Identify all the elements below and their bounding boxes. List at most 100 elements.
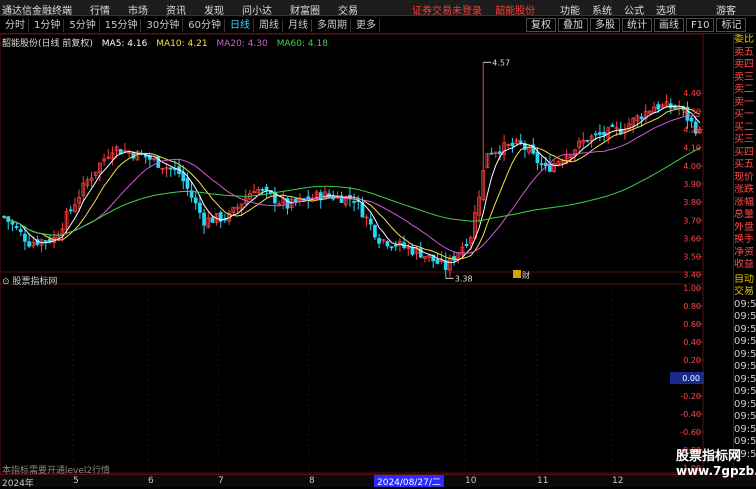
- statistics-button[interactable]: 统计: [622, 18, 652, 32]
- tab-60min[interactable]: 60分钟: [185, 19, 225, 32]
- tab-30min[interactable]: 30分钟: [143, 19, 184, 32]
- tick-time: 09:55: [734, 311, 756, 322]
- indicator-frame: [0, 271, 704, 474]
- mark-button[interactable]: 标记: [716, 18, 747, 32]
- candle-body: [602, 131, 606, 136]
- finance-badge-label: 财: [522, 270, 530, 280]
- candle-body: [518, 140, 523, 143]
- tab-monthly[interactable]: 月线: [285, 19, 312, 32]
- candle-body: [27, 241, 31, 247]
- quote-item: 换手: [734, 234, 754, 245]
- menu-formula[interactable]: 公式: [624, 2, 644, 17]
- ma60-line: [3, 147, 701, 236]
- quote-item: 收益: [734, 259, 754, 270]
- period-tabs: 分时 1分钟 5分钟 15分钟 30分钟 60分钟 日线 周线 月线 多周期 更…: [2, 19, 380, 32]
- ind-tick-label: 0.80: [683, 302, 701, 311]
- tab-daily[interactable]: 日线: [227, 19, 254, 32]
- tick-time: 09:55: [734, 348, 756, 360]
- quote-item: 净资: [734, 246, 754, 258]
- tick-time: 09:55: [734, 323, 756, 335]
- tab-1min[interactable]: 1分钟: [31, 19, 65, 32]
- tab-more[interactable]: 更多: [353, 19, 380, 32]
- quote-item: 现价: [734, 171, 754, 183]
- cursor-date: 2024/08/27/二: [374, 475, 444, 488]
- x-axis-bar: 2024年 5 6 7 8 2024/08/27/二 10 11 12: [0, 474, 756, 489]
- menu-function[interactable]: 功能: [560, 2, 580, 17]
- y-tick-label: 3.90: [683, 180, 701, 189]
- candle-body: [202, 212, 206, 226]
- tick-time: 09:55: [734, 423, 756, 435]
- candle-body: [389, 246, 394, 249]
- ma60-label: MA60: 4.18: [276, 39, 328, 49]
- menu-quotes[interactable]: 行情: [90, 2, 110, 17]
- chart-tools: 复权 叠加 多股 统计 画线 F10 标记: [526, 18, 748, 32]
- zero-value-text: 0.00: [682, 374, 700, 383]
- stock-name-label: 韶能股份(日线 前复权): [2, 39, 93, 49]
- auto-trade-label[interactable]: 自动: [734, 274, 756, 287]
- tab-15min[interactable]: 15分钟: [102, 19, 142, 32]
- stock-link[interactable]: 韶能股份: [495, 6, 535, 17]
- candle-body: [318, 192, 323, 201]
- indicator-gear-icon[interactable]: ⊙: [2, 277, 12, 287]
- candle-body: [410, 246, 415, 255]
- candle-body: [10, 221, 15, 225]
- candle-body: [435, 259, 440, 264]
- candle-body: [168, 167, 173, 170]
- candle-body: [185, 177, 190, 189]
- quote-item: 总量: [734, 209, 754, 220]
- multi-stock-button[interactable]: 多股: [590, 18, 620, 32]
- candle-body: [198, 202, 202, 213]
- kline-chart[interactable]: 4.40 4.30 4.20 4.10 4.00 3.90 3.80 3.70 3.60 3.50…: [0, 33, 704, 474]
- quote-item: 卖二: [734, 84, 754, 95]
- indicator-name: 股票指标网: [12, 277, 58, 287]
- candle-body: [498, 151, 502, 155]
- menu-system[interactable]: 系统: [592, 2, 612, 17]
- trade-label[interactable]: 交易: [734, 286, 756, 299]
- menu-ask[interactable]: 问小达: [242, 2, 272, 17]
- ind-tick-label: -0.20: [680, 392, 701, 401]
- f10-button[interactable]: F10: [686, 18, 715, 32]
- menu-discover[interactable]: 发现: [204, 2, 224, 17]
- trade-login-notice[interactable]: 证券交易未登录: [412, 6, 482, 17]
- system-menu: 功能 系统 公式 选项: [560, 2, 676, 17]
- tick-time: 09:55: [734, 298, 756, 310]
- overlay-button[interactable]: 叠加: [558, 18, 588, 32]
- quote-item: 买一: [734, 109, 754, 120]
- tab-timeshare[interactable]: 分时: [2, 19, 29, 32]
- adjust-button[interactable]: 复权: [526, 18, 556, 32]
- quote-item: 买二: [734, 121, 754, 133]
- tab-multi-period[interactable]: 多周期: [314, 19, 351, 32]
- y-tick-label: 3.80: [683, 198, 701, 207]
- quote-item: 买三: [734, 134, 754, 145]
- menu-market[interactable]: 市场: [128, 2, 148, 17]
- ma5-label: MA5: 4.16: [101, 39, 148, 49]
- menu-options[interactable]: 选项: [656, 2, 676, 17]
- tab-weekly[interactable]: 周线: [256, 19, 283, 32]
- tick-time: 09:55: [734, 411, 756, 422]
- x-tick-label: 8: [309, 476, 315, 486]
- guest-label[interactable]: 游客: [716, 2, 736, 17]
- candle-body: [393, 244, 398, 247]
- menu-trade[interactable]: 交易: [338, 2, 358, 17]
- chart-area[interactable]: 4.40 4.30 4.20 4.10 4.00 3.90 3.80 3.70 3.60 3.50…: [0, 33, 704, 474]
- tick-time: 09:55: [734, 436, 756, 447]
- candle-body: [510, 142, 515, 147]
- candle-body: [118, 149, 123, 154]
- indicator-title: ⊙ 股票指标网: [2, 274, 57, 287]
- menu-news[interactable]: 资讯: [166, 2, 186, 17]
- finance-badge-icon: [513, 270, 521, 278]
- y-tick-label: 4.20: [683, 126, 701, 135]
- draw-line-button[interactable]: 画线: [654, 18, 684, 32]
- quote-item: 委比: [734, 34, 754, 45]
- tab-5min[interactable]: 5分钟: [66, 19, 100, 32]
- ma20-label: MA20: 4.30: [216, 39, 268, 49]
- high-label: 4.57: [492, 58, 510, 67]
- watermark-url: www.7gpzb.com: [676, 464, 756, 478]
- ind-tick-label: -0.60: [680, 428, 701, 437]
- candle-body: [548, 163, 552, 172]
- watermark-name: 股票指标网: [676, 449, 742, 464]
- quote-item: 外盘: [734, 221, 754, 233]
- quote-item: 涨跌: [734, 184, 754, 195]
- menu-wealth[interactable]: 财富圈: [290, 2, 320, 17]
- candle-body: [464, 243, 469, 247]
